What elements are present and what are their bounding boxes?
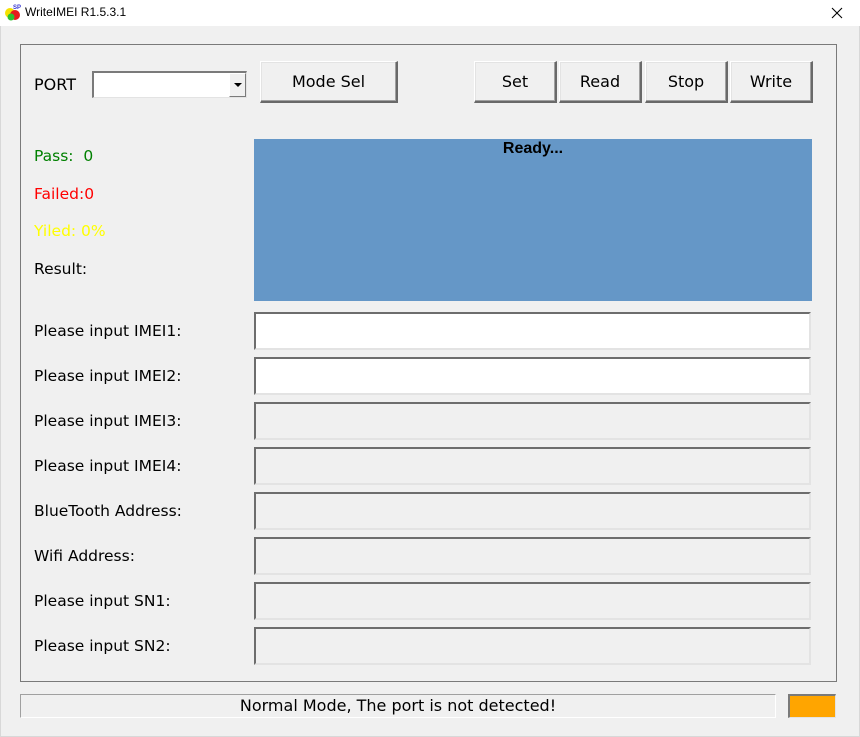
status-indicator (788, 694, 836, 718)
result-panel: Ready... (254, 139, 812, 301)
bluetooth-address-input[interactable] (254, 492, 811, 530)
window-title: WriteIMEI R1.5.3.1 (25, 5, 127, 19)
wifi-address-input[interactable] (254, 537, 811, 575)
result-label: Result: (34, 260, 88, 278)
port-dropdown-arrow[interactable] (229, 73, 246, 97)
sn2-label: Please input SN2: (34, 637, 171, 655)
status-bar: Normal Mode, The port is not detected! (20, 694, 776, 718)
chevron-down-icon (233, 83, 242, 87)
imei2-label: Please input IMEI2: (34, 367, 182, 385)
imei1-label: Please input IMEI1: (34, 322, 182, 340)
imei4-label: Please input IMEI4: (34, 457, 182, 475)
read-button[interactable]: Read (559, 61, 642, 103)
imei3-input[interactable] (254, 402, 811, 440)
title-bar: SP WriteIMEI R1.5.3.1 (0, 0, 860, 26)
wifi-address-label: Wifi Address: (34, 547, 135, 565)
close-icon (831, 7, 843, 19)
imei1-input[interactable] (254, 312, 811, 350)
mode-sel-button[interactable]: Mode Sel (260, 61, 398, 103)
status-text: Normal Mode, The port is not detected! (239, 696, 557, 715)
port-dropdown[interactable] (92, 71, 247, 98)
set-button[interactable]: Set (474, 61, 557, 103)
bluetooth-address-label: BlueTooth Address: (34, 502, 182, 520)
yield-percent: Yiled: 0% (34, 222, 106, 240)
imei3-label: Please input IMEI3: (34, 412, 182, 430)
close-button[interactable] (814, 0, 860, 26)
sn2-input[interactable] (254, 627, 811, 665)
sn1-label: Please input SN1: (34, 592, 171, 610)
pass-count: Pass: 0 (34, 147, 94, 165)
imei4-input[interactable] (254, 447, 811, 485)
failed-count: Failed:0 (34, 185, 95, 203)
sn1-input[interactable] (254, 582, 811, 620)
app-logo-icon: SP (5, 5, 21, 21)
result-status-text: Ready... (502, 140, 564, 157)
write-button[interactable]: Write (730, 61, 813, 103)
imei2-input[interactable] (254, 357, 811, 395)
stop-button[interactable]: Stop (645, 61, 728, 103)
svg-text:SP: SP (13, 5, 21, 11)
port-label: PORT (34, 75, 76, 94)
